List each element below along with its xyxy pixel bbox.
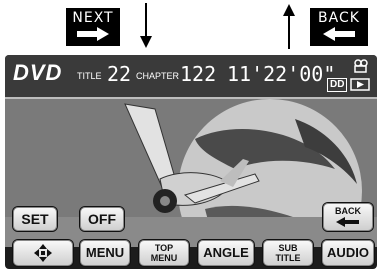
off-label: OFF (88, 211, 116, 227)
back-button-label: BACK (335, 206, 361, 216)
top-menu-label-line2: MENU (150, 253, 178, 263)
video-frame (5, 99, 377, 247)
audio-button[interactable]: AUDIO (322, 240, 374, 266)
source-label: DVD (13, 60, 63, 85)
dvd-screen: DVD TITLE 22 CHAPTER 122 11'22'00" DD SE… (5, 55, 377, 269)
menu-label: MENU (85, 245, 125, 260)
title-label: TITLE (77, 71, 102, 81)
top-menu-label-line1: TOP (154, 243, 174, 253)
angle-label: ANGLE (203, 245, 249, 260)
back-button[interactable]: BACK (323, 203, 373, 231)
set-button[interactable]: SET (13, 207, 57, 231)
next-annotation: NEXT (66, 8, 120, 46)
back-arrow-icon (336, 217, 359, 227)
video-playback-image (5, 99, 377, 247)
off-button[interactable]: OFF (80, 207, 124, 231)
title-number: 22 (107, 62, 132, 86)
set-label: SET (21, 211, 49, 227)
four-way-arrow-icon (34, 244, 52, 262)
subtitle-label-line1: SUB (278, 243, 298, 253)
audio-label: AUDIO (327, 245, 369, 260)
down-pointer-arrow-icon (140, 3, 152, 48)
back-label: BACK (318, 10, 360, 26)
top-menu-button[interactable]: TOP MENU (139, 240, 189, 266)
camera-angle-icon (354, 59, 368, 73)
angle-button[interactable]: ANGLE (198, 240, 254, 266)
back-annotation: BACK (310, 8, 368, 46)
status-bar: DVD TITLE 22 CHAPTER 122 11'22'00" DD (5, 55, 377, 99)
menu-button[interactable]: MENU (80, 240, 130, 266)
right-arrow-icon (77, 27, 109, 41)
screen-mode-icon (350, 78, 370, 91)
chapter-number: 122 (180, 62, 217, 86)
chapter-label: CHAPTER (136, 71, 180, 81)
left-arrow-icon (323, 27, 355, 41)
next-label: NEXT (72, 10, 114, 26)
subtitle-label-line2: TITLE (275, 253, 301, 263)
move-button[interactable] (13, 240, 73, 266)
subtitle-button[interactable]: SUB TITLE (263, 240, 313, 266)
dolby-badge: DD (327, 78, 348, 92)
elapsed-time: 11'22'00" (227, 62, 336, 86)
up-pointer-arrow-icon (283, 4, 295, 49)
